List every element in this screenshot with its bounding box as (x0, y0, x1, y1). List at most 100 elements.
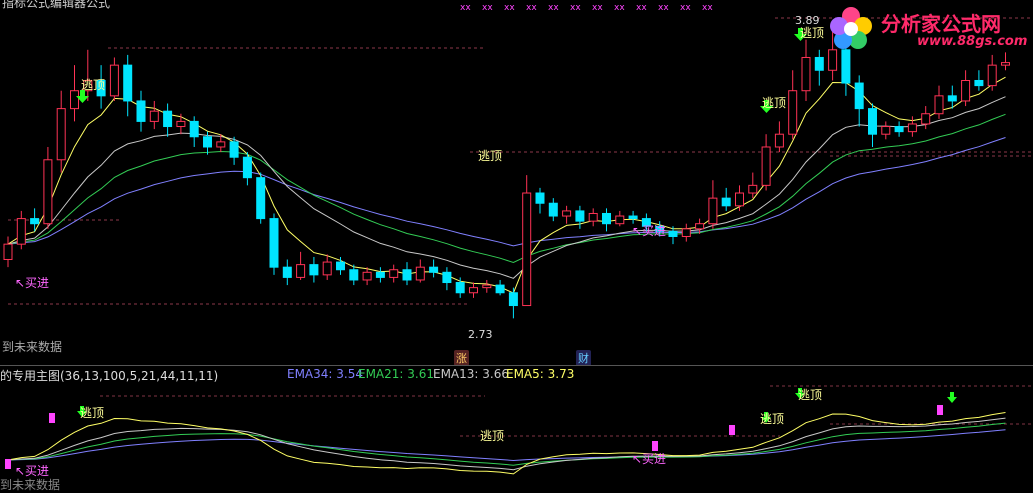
candle-body (56, 108, 66, 161)
candle-body (562, 210, 572, 217)
candle-body (934, 95, 944, 115)
top-marker: xx (570, 3, 581, 13)
candle-body (349, 269, 359, 281)
candle-body (469, 287, 478, 294)
candle-body (748, 184, 758, 194)
candle-body (123, 64, 133, 102)
candle-body (415, 266, 425, 281)
ema5-label: EMA5: (506, 367, 544, 381)
future-data-label: 到未来数据 (2, 340, 63, 354)
sell-signal-label: 逃顶 (760, 412, 785, 426)
flower-logo-icon (830, 7, 872, 49)
candle-body (30, 218, 40, 225)
top-marker: xx (658, 3, 669, 13)
site-logo: 分析家公式网 www.88gs.com (825, 2, 1028, 54)
candle-body (16, 218, 26, 245)
ema5-value: 3.73 (547, 367, 575, 381)
main-candlestick-chart[interactable]: xx xx xx xx xx xx xx xx xx xx xx xx (0, 0, 1033, 365)
header-text: 指标公式编辑器公式 (2, 0, 111, 10)
sell-signal-label: 逃顶 (81, 78, 106, 92)
candle-body (841, 49, 851, 84)
candle-body (522, 192, 532, 307)
candle-body (774, 133, 784, 148)
candle-body (961, 79, 971, 102)
ema5-legend: EMA5: 3.73 (506, 367, 574, 381)
sell-signal-label: 逃顶 (800, 26, 825, 40)
ema34-legend: EMA34: 3.54 (287, 367, 363, 381)
candle-body (362, 271, 372, 281)
signal-marker (937, 405, 943, 415)
sell-signal-label: 逃顶 (762, 96, 787, 110)
top-marker: xx (548, 3, 559, 13)
candle-body (668, 230, 678, 237)
candle-body (242, 156, 252, 179)
top-marker: xx (636, 3, 647, 13)
down-arrow-icon (947, 392, 957, 403)
signal-marker (729, 425, 735, 435)
candle-body (1001, 62, 1010, 66)
candle-body (628, 215, 638, 220)
top-marker: xx (460, 3, 471, 13)
candle-body (974, 79, 984, 87)
candle-body (109, 64, 119, 97)
candle-body (788, 90, 798, 135)
ema13-label: EMA13: (433, 367, 479, 381)
candle-body (868, 108, 877, 135)
top-marker: xx (482, 3, 493, 13)
top-marker: xx (504, 3, 515, 13)
candle-body (309, 264, 319, 276)
sell-signal-label: 逃顶 (480, 429, 505, 443)
rise-badge[interactable]: 涨 (454, 350, 469, 366)
sub-chart-pane[interactable]: 的专用主图(36,13,100,5,21,44,11,11) EMA34: 3.… (0, 366, 1033, 492)
candle-body (389, 269, 399, 278)
candle-body (189, 120, 199, 138)
candle-body (721, 197, 731, 207)
candle-body (282, 266, 292, 278)
candle-body (735, 192, 744, 207)
candle-body (482, 284, 492, 289)
sell-signal-label: 逃顶 (478, 149, 503, 163)
ema34-line (7, 137, 1006, 247)
candle-body (615, 215, 625, 225)
signal-marker (5, 459, 11, 469)
ema21-label: EMA21: (358, 367, 404, 381)
sell-signal-label: 逃顶 (80, 406, 105, 420)
main-chart-pane[interactable]: xx xx xx xx xx xx xx xx xx xx xx xx 指标公式编辑器公式 3.89 … (0, 0, 1033, 366)
candle-body (322, 261, 332, 276)
ema13-value: 3.66 (482, 367, 510, 381)
sell-signal-label: 逃顶 (798, 388, 823, 402)
candle-body (894, 126, 904, 133)
candle-body (854, 82, 864, 110)
candle-body (256, 177, 266, 220)
top-marker: xx (592, 3, 603, 13)
ema34-label: EMA34: (287, 367, 333, 381)
candle-body (708, 197, 718, 225)
ema13-line (7, 417, 1006, 471)
top-marker: xx (680, 3, 691, 13)
ema13-legend: EMA13: 3.66 (433, 367, 509, 381)
candle-body (602, 212, 611, 225)
candle-body (495, 284, 505, 294)
top-marker: xx (702, 3, 713, 13)
candle-body (163, 110, 173, 128)
candle-body (814, 56, 824, 71)
buy-signal-label: ↖买进 (15, 276, 50, 290)
top-marker: xx (614, 3, 625, 13)
candle-body (70, 90, 79, 110)
candle-body (176, 120, 186, 128)
candle-body (575, 210, 585, 222)
candle-body (336, 261, 345, 271)
candle-body (588, 212, 598, 222)
ema13-line (7, 96, 1006, 279)
logo-url: www.88gs.com (917, 34, 1028, 49)
candle-body (269, 218, 279, 268)
candle-body (508, 292, 518, 307)
buy-signal-label: ↖买进 (15, 464, 50, 478)
candle-body (801, 56, 811, 92)
candle-body (548, 202, 558, 217)
sub-ema-chart[interactable] (0, 366, 1033, 487)
finance-badge[interactable]: 财 (576, 350, 591, 366)
ema34-line (7, 429, 1006, 462)
candle-body (987, 64, 997, 87)
candle-body (907, 123, 917, 133)
